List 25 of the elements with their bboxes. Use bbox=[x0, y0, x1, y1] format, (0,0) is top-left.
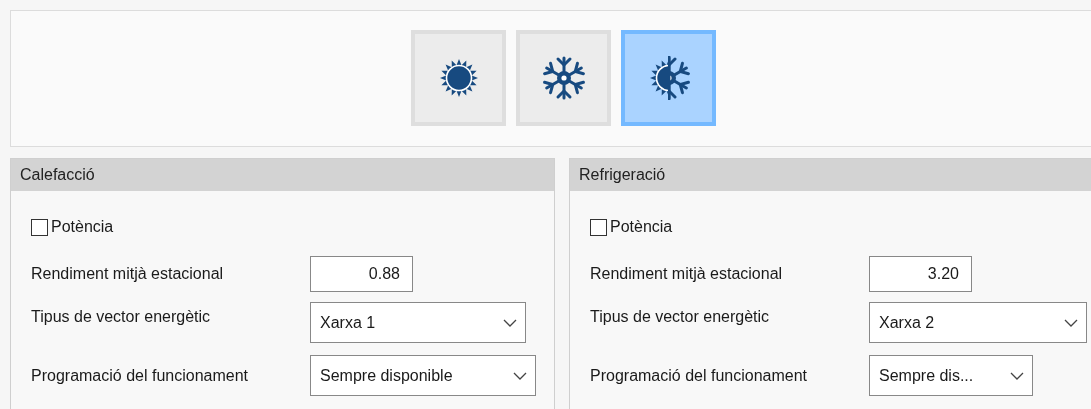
field-label: Rendiment mitjà estacional bbox=[590, 265, 784, 283]
dropdown[interactable]: Sempre disponible bbox=[310, 355, 536, 396]
dropdown[interactable]: Xarxa 2 bbox=[869, 302, 1087, 343]
chevron-down-icon bbox=[503, 318, 517, 327]
checkbox-label: Potència bbox=[51, 218, 114, 236]
field-label: Tipus de vector energètic bbox=[31, 307, 212, 326]
dropdown[interactable]: Xarxa 1 bbox=[310, 302, 526, 343]
chevron-down-icon bbox=[1064, 318, 1078, 327]
chevron-down-icon bbox=[1010, 371, 1024, 380]
mode-button[interactable] bbox=[516, 29, 611, 126]
checkbox[interactable] bbox=[31, 218, 48, 236]
number-field[interactable]: 3.20 bbox=[869, 256, 972, 292]
field-label: Rendiment mitjà estacional bbox=[31, 265, 225, 283]
field-label: Tipus de vector energètic bbox=[590, 307, 771, 326]
field-label: Programació del funcionament bbox=[31, 366, 249, 385]
group-title: Refrigeració bbox=[579, 166, 666, 183]
group-title: Calefacció bbox=[20, 166, 95, 183]
chevron-down-icon bbox=[513, 371, 527, 380]
field-label: Programació del funcionament bbox=[590, 366, 808, 385]
mode-button[interactable] bbox=[621, 29, 716, 126]
checkbox[interactable] bbox=[590, 218, 607, 236]
dropdown[interactable]: Sempre dis... bbox=[869, 355, 1033, 396]
number-field[interactable]: 0.88 bbox=[310, 256, 413, 292]
mode-button[interactable] bbox=[411, 29, 506, 126]
checkbox-label: Potència bbox=[610, 218, 673, 236]
